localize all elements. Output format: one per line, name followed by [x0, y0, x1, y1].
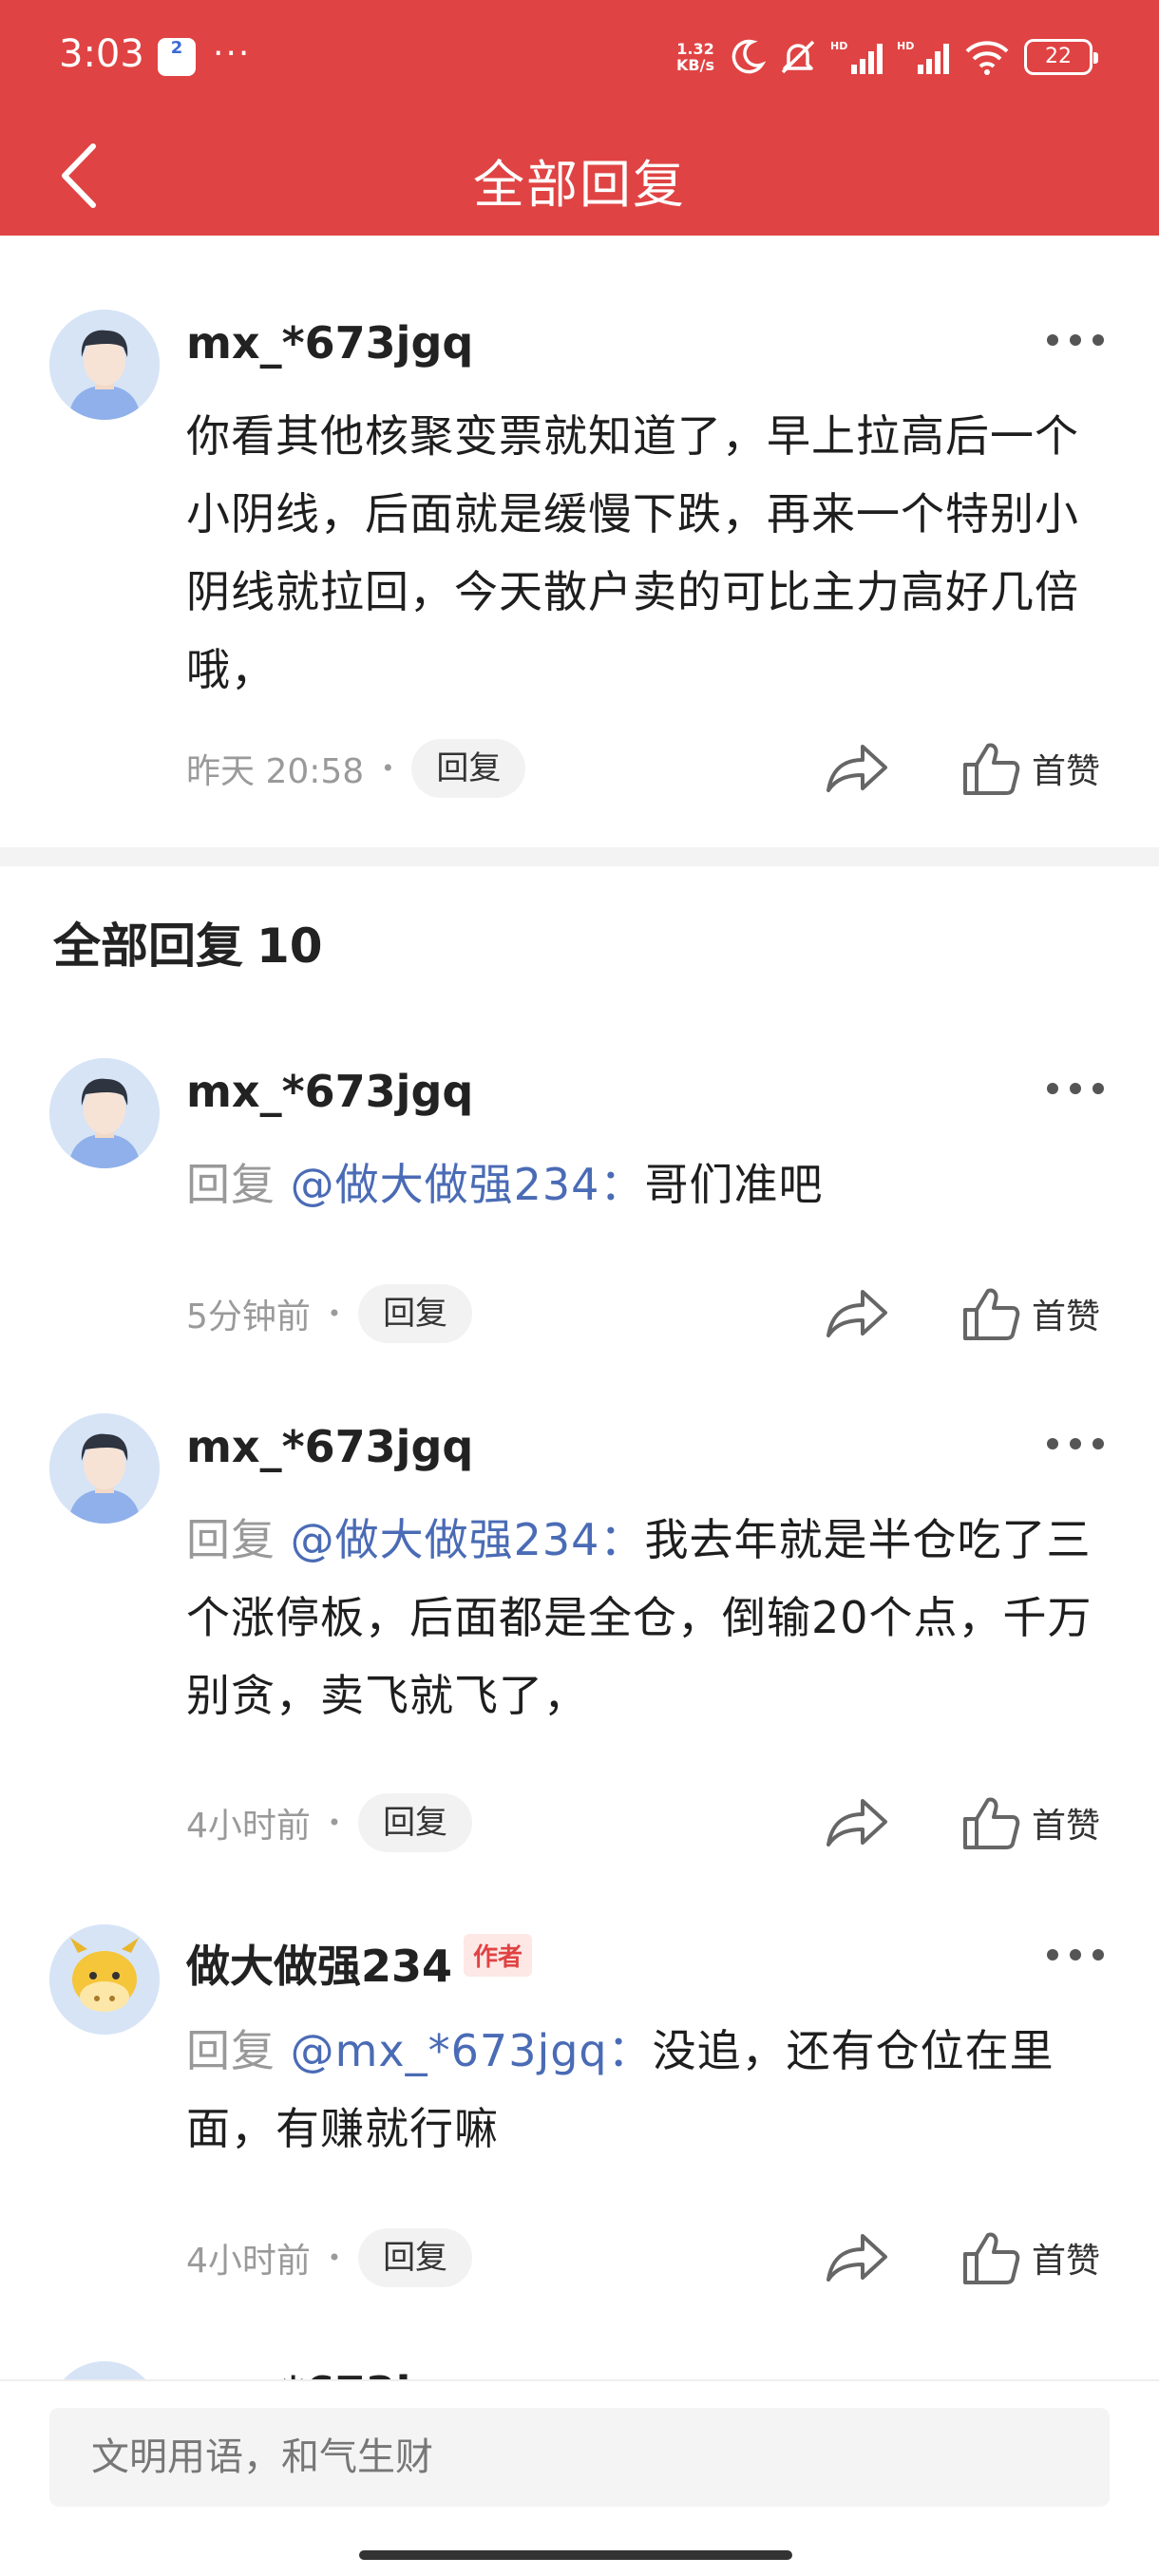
share-icon [823, 2228, 889, 2287]
status-time: 3:03 [59, 32, 144, 76]
more-icon [1047, 334, 1058, 346]
mention-link[interactable]: @mx_*673jgq： [291, 2025, 653, 2076]
section-divider [0, 847, 1159, 866]
comment-time: 昨天 20:58 [186, 752, 365, 791]
reply-button[interactable]: 回复 [358, 2228, 473, 2287]
notification-badge: 2 [158, 38, 196, 76]
more-icon [1047, 1949, 1058, 1960]
main-comment: mx_*673jgq 你看其他核聚变票就知道了，早上拉高后一个小阴线，后面就是缓… [0, 236, 1159, 847]
comment-text: 你看其他核聚变票就知道了，早上拉高后一个小阴线，后面就是缓慢下跌，再来一个特别小… [186, 410, 1079, 695]
signal-2-icon: HD [897, 40, 949, 74]
like-button[interactable]: 首赞 [961, 737, 1100, 800]
status-bar: 3:03 2 ··· 1.32 KB/s HD HD 22 [0, 0, 1159, 114]
reply-meta: 4小时前 • 回复 [186, 2228, 473, 2287]
reply-username[interactable]: mx_*673j [186, 2367, 410, 2379]
home-indicator[interactable] [359, 2550, 792, 2560]
status-icons: 1.32 KB/s HD HD 22 [676, 34, 1098, 80]
reply-username[interactable]: mx_*673jgq [186, 1421, 473, 1472]
mention-link[interactable]: @做大做强234： [291, 1514, 645, 1565]
share-button[interactable] [823, 1793, 889, 1852]
share-button[interactable] [823, 1284, 889, 1343]
more-button[interactable] [1047, 1434, 1104, 1453]
bottom-input-bar: 文明用语，和气生财 [0, 2379, 1159, 2576]
reply-meta: 4小时前 • 回复 [186, 1793, 473, 1852]
like-button[interactable]: 首赞 [961, 1282, 1100, 1345]
avatar[interactable] [49, 1924, 160, 2035]
reply-time: 4小时前 [186, 2242, 311, 2281]
share-icon [823, 739, 889, 798]
reply-button[interactable]: 回复 [411, 739, 526, 798]
reply-text: 回复 @做大做强234：哥们准吧 [186, 1159, 824, 1210]
more-button[interactable] [1047, 1079, 1104, 1098]
thumbs-up-icon [961, 740, 1020, 797]
comment-meta: 昨天 20:58 • 回复 [186, 739, 526, 798]
reply-meta: 5分钟前 • 回复 [186, 1284, 473, 1343]
like-button[interactable]: 首赞 [961, 2226, 1100, 2289]
share-button[interactable] [823, 739, 889, 798]
battery-indicator: 22 [1024, 39, 1098, 75]
replies-section-title: 全部回复 10 [53, 919, 323, 974]
avatar[interactable] [49, 1413, 160, 1524]
mention-link[interactable]: @做大做强234： [291, 1159, 645, 1210]
svg-text:HD: HD [830, 40, 847, 52]
bell-off-icon [781, 40, 815, 74]
reply-item: mx_*673jgq 回复 @做大做强234：哥们准吧 5分钟前 • 回复 首赞 [0, 1007, 1159, 1358]
reply-time: 5分钟前 [186, 1297, 311, 1336]
reply-text: 回复 @mx_*673jgq：没追，还有仓位在里面，有赚就行嘛 [186, 2025, 1054, 2154]
reply-time: 4小时前 [186, 1807, 311, 1846]
signal-icon: HD [830, 40, 883, 74]
author-badge: 作者 [464, 1934, 533, 1977]
avatar[interactable] [49, 310, 160, 420]
share-button[interactable] [823, 2228, 889, 2287]
status-more-dots: ··· [213, 34, 252, 73]
reply-item: mx_*673jgq 回复 @做大做强234：我去年就是半仓吃了三个涨停板，后面… [0, 1362, 1159, 1875]
like-label: 首赞 [1032, 752, 1101, 791]
reply-button[interactable]: 回复 [358, 1284, 473, 1343]
like-button[interactable]: 首赞 [961, 1791, 1100, 1854]
svg-text:HD: HD [897, 40, 914, 52]
wifi-icon [965, 41, 1009, 75]
thumbs-up-icon [961, 1285, 1020, 1342]
more-button[interactable] [1047, 331, 1104, 350]
more-icon [1047, 1083, 1058, 1094]
nav-header: 全部回复 [0, 114, 1159, 236]
app-header-bar: 3:03 2 ··· 1.32 KB/s HD HD 22 全部回复 [0, 0, 1159, 236]
reply-username[interactable]: 做大做强234 [186, 1932, 452, 1995]
page-title: 全部回复 [473, 155, 686, 215]
more-button[interactable] [1047, 1945, 1104, 1964]
share-icon [823, 1793, 889, 1852]
reply-input[interactable]: 文明用语，和气生财 [49, 2408, 1110, 2507]
thumbs-up-icon [961, 1794, 1020, 1851]
more-icon [1047, 1438, 1058, 1449]
reply-item-partial: mx_*673j [0, 2310, 1159, 2379]
net-speed: 1.32 KB/s [676, 40, 714, 74]
moon-icon [732, 39, 766, 74]
reply-item: 做大做强234 作者 回复 @mx_*673jgq：没追，还有仓位在里面，有赚就… [0, 1873, 1159, 2310]
comment-username[interactable]: mx_*673jgq [186, 317, 473, 369]
reply-username[interactable]: mx_*673jgq [186, 1066, 473, 1117]
avatar[interactable] [49, 1058, 160, 1168]
replies-count: 10 [256, 919, 323, 974]
share-icon [823, 1284, 889, 1343]
avatar[interactable] [49, 2361, 160, 2379]
thumbs-up-icon [961, 2229, 1020, 2286]
reply-text: 回复 @做大做强234：我去年就是半仓吃了三个涨停板，后面都是全仓，倒输20个点… [186, 1514, 1092, 1721]
reply-button[interactable]: 回复 [358, 1793, 473, 1852]
